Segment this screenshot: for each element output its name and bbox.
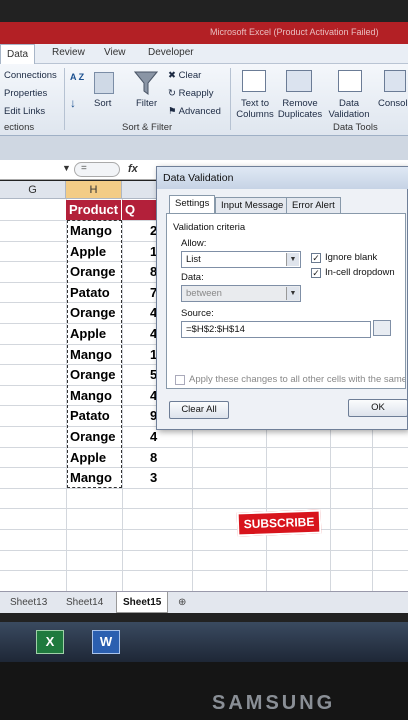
column-header-g[interactable]: G — [0, 181, 66, 199]
grid-row-line — [0, 467, 408, 469]
ignore-blank-label: Ignore blank — [325, 252, 378, 263]
ribbon-separator — [64, 68, 65, 130]
grid-row-line — [0, 508, 408, 510]
header-quantity[interactable]: Q — [122, 200, 158, 220]
connections-button[interactable]: Connections — [4, 70, 57, 81]
fx-icon[interactable]: fx — [128, 163, 138, 175]
advanced-label: Advanced — [178, 106, 221, 117]
grid-row-line — [0, 446, 408, 448]
sheet-tab-15[interactable]: Sheet15 — [116, 592, 169, 613]
clear-label: Clear — [178, 70, 202, 81]
monitor-brand: SAMSUNG — [212, 692, 336, 714]
header-product[interactable]: Product — [66, 200, 121, 220]
reapply-icon: ↻ — [168, 88, 179, 99]
word-icon[interactable]: W — [92, 630, 120, 654]
consolidate-icon — [384, 70, 406, 92]
ok-button[interactable]: OK — [348, 399, 408, 417]
formula-input[interactable]: = — [74, 162, 120, 177]
allow-select[interactable]: List ▼ — [181, 251, 301, 268]
tab-review[interactable]: Review — [52, 47, 85, 58]
clear-all-button[interactable]: Clear All — [169, 401, 229, 419]
source-input[interactable]: =$H$2:$H$14 — [181, 321, 371, 338]
ribbon: Connections Properties Edit Links ection… — [0, 64, 408, 136]
apply-all-checkbox[interactable] — [175, 375, 185, 385]
subscribe-badge[interactable]: SUBSCRIBE — [236, 509, 322, 537]
tab-error-alert[interactable]: Error Alert — [286, 197, 341, 213]
validation-criteria-label: Validation criteria — [173, 222, 246, 233]
grid-row-line — [0, 549, 408, 551]
filter-button[interactable]: Filter — [136, 98, 157, 109]
advanced-icon: ⚑ — [168, 106, 179, 117]
tab-developer[interactable]: Developer — [148, 47, 194, 58]
allow-label: Allow: — [181, 238, 207, 249]
data-tools-group-label: Data Tools — [333, 122, 378, 133]
sheet-tab-14[interactable]: Sheet14 — [66, 597, 103, 608]
remove-duplicates-icon — [286, 70, 312, 92]
tab-data[interactable]: Data — [0, 44, 36, 64]
text-to-columns-icon — [242, 70, 266, 92]
data-label: Data: — [181, 272, 204, 283]
data-validation-dialog: Data Validation Settings Input Message E… — [156, 166, 408, 430]
consolidate-button[interactable]: Consol — [378, 98, 408, 109]
screen: Microsoft Excel (Product Activation Fail… — [0, 0, 408, 720]
ribbon-gap — [0, 136, 408, 160]
data-value: between — [186, 288, 222, 299]
remove-duplicates-button[interactable]: Remove Duplicates — [277, 98, 323, 120]
title-bar: Microsoft Excel (Product Activation Fail… — [0, 22, 408, 44]
sort-desc-icon[interactable]: ↓ — [70, 96, 76, 110]
collapse-dialog-icon[interactable] — [373, 320, 391, 336]
allow-value: List — [186, 254, 201, 265]
excel-icon[interactable]: X — [36, 630, 64, 654]
properties-button[interactable]: Properties — [4, 88, 47, 99]
grid-row-line — [0, 570, 408, 572]
text-to-columns-button[interactable]: Text to Columns — [236, 98, 274, 120]
ribbon-separator — [230, 68, 231, 130]
chevron-down-icon: ▼ — [286, 253, 299, 266]
sheet-tabs: Sheet13 Sheet14 Sheet15 ⊕ — [0, 591, 408, 613]
apply-all-label: Apply these changes to all other cells w… — [189, 374, 405, 385]
reapply-button[interactable]: ↻ Reapply — [168, 88, 213, 99]
monitor-bezel — [0, 662, 408, 720]
settings-panel: Validation criteria Allow: List ▼ Data: b… — [166, 213, 406, 389]
taskbar: X W — [0, 622, 408, 662]
new-sheet-icon[interactable]: ⊕ — [178, 597, 186, 608]
column-header-i[interactable] — [122, 181, 158, 199]
sort-button[interactable]: Sort — [94, 98, 111, 109]
grid-row-line — [0, 529, 408, 530]
tab-view[interactable]: View — [104, 47, 126, 58]
name-box-dropdown-icon[interactable]: ▼ — [62, 163, 71, 173]
in-cell-dropdown-label: In-cell dropdown — [325, 267, 395, 278]
source-label: Source: — [181, 308, 214, 319]
reapply-label: Reapply — [178, 88, 214, 99]
clear-filter-button[interactable]: ✖ Clear — [168, 70, 201, 81]
chevron-down-icon: ▼ — [286, 287, 299, 300]
filter-icon[interactable] — [134, 70, 158, 96]
data-select: between ▼ — [181, 285, 301, 302]
quantity-cell[interactable]: 4 — [150, 429, 157, 444]
tab-settings[interactable]: Settings — [169, 195, 216, 214]
in-cell-dropdown-checkbox[interactable]: ✓ — [311, 268, 321, 278]
quantity-cell[interactable]: 8 — [150, 450, 157, 465]
quantity-cell[interactable]: 3 — [150, 470, 157, 485]
sort-az-icon[interactable]: A Z — [70, 72, 86, 88]
edit-links-button[interactable]: Edit Links — [4, 106, 45, 117]
selection-marquee — [67, 220, 122, 488]
grid-row-line — [0, 487, 408, 489]
clear-icon: ✖ — [168, 70, 179, 81]
data-validation-icon — [338, 70, 362, 92]
tab-input-message[interactable]: Input Message — [215, 197, 290, 213]
column-header-h[interactable]: H — [66, 181, 122, 199]
connections-group-label: ections — [4, 122, 35, 133]
sort-dialog-icon[interactable] — [94, 72, 114, 94]
ignore-blank-checkbox[interactable]: ✓ — [311, 253, 321, 263]
advanced-button[interactable]: ⚑ Advanced — [168, 106, 221, 117]
dialog-title: Data Validation — [157, 167, 408, 189]
data-validation-button[interactable]: Data Validation — [326, 98, 372, 120]
ribbon-tabs: Data Review View Developer — [0, 44, 408, 64]
sort-filter-group-label: Sort & Filter — [122, 122, 173, 133]
grid-col-line — [122, 199, 123, 591]
sheet-tab-13[interactable]: Sheet13 — [10, 597, 47, 608]
window-title: Microsoft Excel (Product Activation Fail… — [210, 27, 379, 37]
